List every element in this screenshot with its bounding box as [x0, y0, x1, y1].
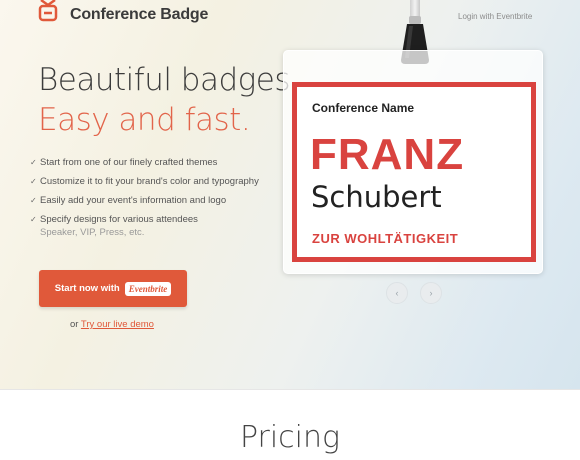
- badge-first-name: FRANZ: [310, 130, 465, 179]
- demo-prefix: or: [70, 319, 79, 330]
- carousel-prev-button[interactable]: ‹: [386, 282, 408, 304]
- check-icon: ✓: [30, 215, 37, 224]
- check-icon: ✓: [30, 177, 37, 186]
- headline-line1: Beautiful badges.: [38, 62, 300, 98]
- chevron-right-icon: ›: [429, 288, 433, 298]
- badge-last-name: Schubert: [311, 180, 442, 214]
- feature-text: Easily add your event's information and …: [40, 195, 227, 206]
- live-demo-link[interactable]: Try our live demo: [81, 319, 154, 330]
- demo-line: or Try our live demo: [70, 319, 154, 330]
- eventbrite-logo: Eventbrite: [124, 281, 172, 296]
- badge-extra-line: ZUR WOHLTÄTIGKEIT: [312, 231, 459, 246]
- feature-item: ✓ Easily add your event's information an…: [30, 194, 259, 207]
- feature-item: ✓ Start from one of our finely crafted t…: [30, 156, 259, 169]
- check-icon: ✓: [30, 196, 37, 205]
- feature-list: ✓ Start from one of our finely crafted t…: [30, 156, 259, 245]
- badge-conference-name: Conference Name: [312, 101, 415, 115]
- logo-text[interactable]: Conference Badge: [70, 6, 208, 24]
- check-icon: ✓: [30, 158, 37, 167]
- carousel-next-button[interactable]: ›: [420, 282, 442, 304]
- login-link[interactable]: Login with Eventbrite: [458, 12, 532, 21]
- feature-item: ✓ Customize it to fit your brand's color…: [30, 175, 259, 188]
- feature-text: Specify designs for various attendees: [40, 214, 198, 225]
- chevron-left-icon: ‹: [395, 288, 399, 298]
- feature-item: ✓ Specify designs for various attendees …: [30, 213, 259, 239]
- headline-line2: Easy and fast.: [38, 102, 251, 138]
- pricing-title: Pricing: [239, 420, 341, 455]
- start-now-button[interactable]: Start now with Eventbrite: [39, 270, 187, 307]
- start-now-label: Start now with: [54, 283, 120, 294]
- feature-text: Customize it to fit your brand's color a…: [40, 176, 259, 187]
- feature-subtext: Speaker, VIP, Press, etc.: [40, 227, 145, 238]
- badge-logo-icon[interactable]: [38, 0, 58, 22]
- feature-text: Start from one of our finely crafted the…: [40, 157, 218, 168]
